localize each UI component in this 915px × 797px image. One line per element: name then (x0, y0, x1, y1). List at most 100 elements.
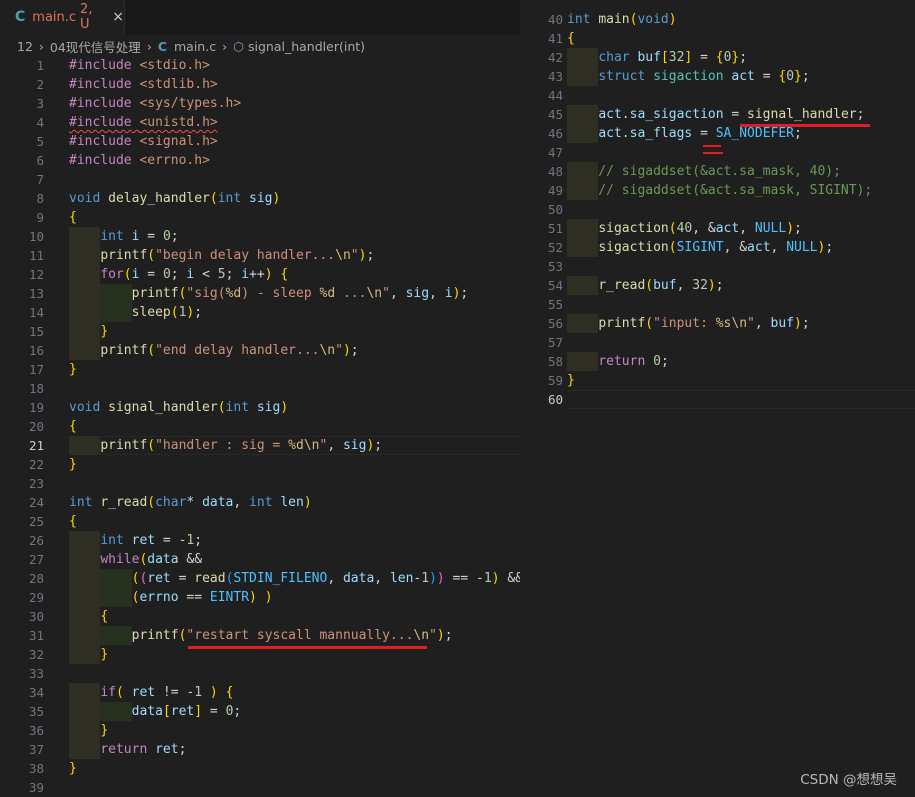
code-text: (errno == EINTR) ) (131, 590, 273, 605)
code-line[interactable]: 44 (520, 86, 915, 105)
line-number: 36 (28, 723, 44, 738)
code-line[interactable]: 43 struct sigaction act = {0}; (520, 67, 915, 86)
close-icon[interactable]: × (112, 9, 124, 25)
code-line[interactable]: 17} (0, 360, 520, 379)
line-number: 7 (36, 172, 44, 187)
code-line[interactable]: 18 (0, 379, 520, 398)
code-line[interactable]: 4 #include <unistd.h> (0, 113, 520, 132)
code-text: #include <signal.h> (69, 134, 218, 149)
line-number: 3 (36, 96, 44, 111)
code-text: act.sa_sigaction = signal_handler; (598, 107, 865, 122)
code-line[interactable]: 60 (520, 390, 915, 409)
code-text: #include <stdlib.h> (69, 77, 218, 92)
code-line[interactable]: 34 if( ret != -1 ) { (0, 683, 520, 702)
line-number: 32 (28, 647, 44, 662)
breadcrumb-item-12[interactable]: 12 (17, 39, 33, 54)
line-number: 35 (28, 704, 44, 719)
line-number: 56 (547, 316, 563, 331)
code-line[interactable]: 35 data[ret] = 0; (0, 702, 520, 721)
line-number: 12 (28, 267, 44, 282)
tab-problem-badge: 2, U (80, 2, 93, 32)
right-editor-pane[interactable]: 40 int main(void) 41 {42 char buf[32] = {0}… (520, 0, 915, 796)
code-line[interactable]: 13 printf("sig(%d) - sleep %d ...\n", si… (0, 284, 520, 303)
code-text: { (69, 514, 77, 529)
code-line[interactable]: 30 { (0, 607, 520, 626)
code-line[interactable]: 15 } (0, 322, 520, 341)
code-line[interactable]: 23 (0, 474, 520, 493)
breadcrumb-item-file[interactable]: main.c (174, 39, 216, 54)
line-number: 14 (28, 305, 44, 320)
line-number: 17 (28, 362, 44, 377)
code-line[interactable]: 21 printf("handler : sig = %d\n", sig); (0, 436, 520, 455)
code-line[interactable]: 48 // sigaddset(&act.sa_mask, 40); (520, 162, 915, 181)
code-line[interactable]: 31 printf("restart syscall mannually...\… (0, 626, 520, 645)
code-line[interactable]: 28 ((ret = read(STDIN_FILENO, data, len-… (0, 569, 523, 588)
code-line[interactable]: 49 // sigaddset(&act.sa_mask, SIGINT); (520, 181, 915, 200)
line-number: 33 (28, 666, 44, 681)
code-line[interactable]: 7 (0, 170, 520, 189)
line-number: 48 (547, 164, 563, 179)
code-line[interactable]: 16 printf("end delay handler...\n"); (0, 341, 520, 360)
code-line[interactable]: 27 while(data && (0, 550, 520, 569)
code-line[interactable]: 45 act.sa_sigaction = signal_handler; (520, 105, 915, 124)
line-number: 53 (547, 259, 563, 274)
code-line[interactable]: 50 (520, 200, 915, 219)
code-line[interactable]: 25 { (0, 512, 520, 531)
code-line[interactable]: 58 return 0; (520, 352, 915, 371)
code-line[interactable]: 14 sleep(1); (0, 303, 520, 322)
code-text: { (69, 419, 77, 434)
code-line[interactable]: 3 #include <sys/types.h> (0, 94, 520, 113)
code-line[interactable]: 38} (0, 759, 520, 778)
code-line[interactable]: 29 (errno == EINTR) ) (0, 588, 520, 607)
code-line[interactable]: 9{ (0, 208, 520, 227)
code-line[interactable]: 5 #include <signal.h> (0, 132, 520, 151)
code-line[interactable]: 55 (520, 295, 915, 314)
c-file-icon: C (157, 38, 167, 54)
line-number: 51 (547, 221, 563, 236)
code-line[interactable]: 22} (0, 455, 520, 474)
code-line[interactable]: 26 int ret = -1; (0, 531, 520, 550)
code-line[interactable]: 42 char buf[32] = {0}; (520, 48, 915, 67)
red-double-underline-annotation (703, 152, 723, 154)
breadcrumb-item-symbol[interactable]: signal_handler(int) (248, 39, 365, 54)
line-number: 60 (547, 392, 563, 407)
code-line[interactable]: 40 int main(void) (520, 10, 915, 29)
line-number: 1 (36, 58, 44, 73)
left-editor-pane[interactable]: C main.c 2, U × 12 › 04现代信号处理 › C main.c… (0, 0, 523, 797)
code-line[interactable]: 56 printf("input: %s\n", buf); (520, 314, 915, 333)
code-line[interactable]: 12 for(i = 0; i < 5; i++) { (0, 265, 520, 284)
line-number: 27 (28, 552, 44, 567)
code-line[interactable]: 20 { (0, 417, 520, 436)
code-text: void signal_handler(int sig) (69, 400, 289, 415)
code-line[interactable]: 39 (0, 778, 520, 797)
code-line[interactable]: 53 (520, 257, 915, 276)
symbol-method-icon: ⬡ (233, 38, 244, 54)
code-line[interactable]: 10 int i = 0; (0, 227, 520, 246)
code-line[interactable]: 59} (520, 371, 915, 390)
code-text: int ret = -1; (100, 533, 203, 548)
code-line[interactable]: 19 void signal_handler(int sig) (0, 398, 520, 417)
code-text: sleep(1); (131, 305, 203, 320)
code-line[interactable]: 8 void delay_handler(int sig) (0, 189, 520, 208)
code-text: return ret; (100, 742, 187, 757)
line-number: 16 (28, 343, 44, 358)
code-line[interactable]: 37 return ret; (0, 740, 520, 759)
code-line[interactable]: 2 #include <stdlib.h> (0, 75, 520, 94)
tab-main-c[interactable]: C main.c 2, U × (0, 0, 125, 34)
breadcrumb-item-folder[interactable]: 04现代信号处理 (50, 37, 141, 56)
code-line[interactable]: 51 sigaction(40, &act, NULL); (520, 219, 915, 238)
code-line[interactable]: 33 (0, 664, 520, 683)
code-line[interactable]: 24 int r_read(char* data, int len) (0, 493, 520, 512)
line-number: 24 (28, 495, 44, 510)
code-text: } (100, 324, 109, 339)
line-number: 19 (28, 400, 44, 415)
code-line[interactable]: 41 { (520, 29, 915, 48)
code-line[interactable]: 6 #include <errno.h> (0, 151, 520, 170)
code-line[interactable]: 36 } (0, 721, 520, 740)
code-line[interactable]: 57 (520, 333, 915, 352)
code-text: } (69, 761, 77, 776)
code-line[interactable]: 52 sigaction(SIGINT, &act, NULL); (520, 238, 915, 257)
code-line[interactable]: 54 r_read(buf, 32); (520, 276, 915, 295)
code-line[interactable]: 11 printf("begin delay handler...\n"); (0, 246, 520, 265)
code-line[interactable]: 1 #include <stdio.h> (0, 56, 520, 75)
